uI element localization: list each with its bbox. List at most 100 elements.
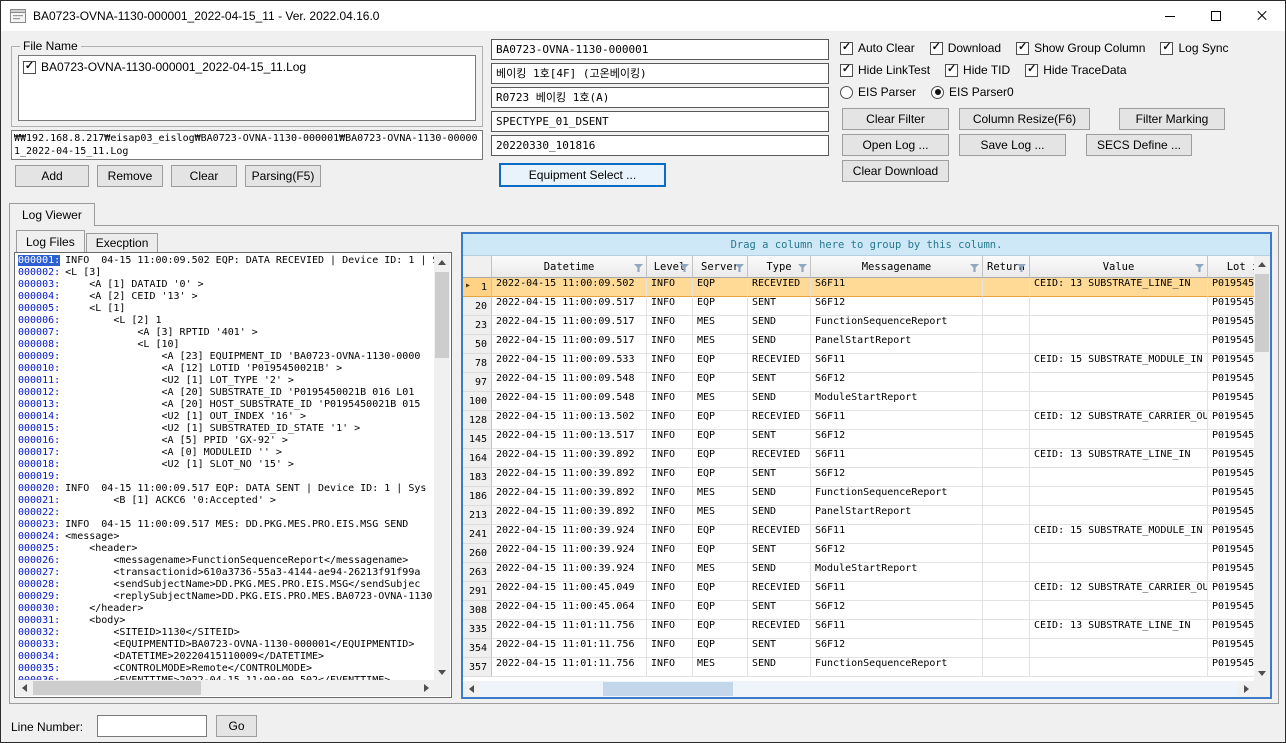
maximize-button[interactable] — [1193, 1, 1239, 31]
grid-body[interactable]: ▸12022-04-15 11:00:09.502INFOEQPRECEVIED… — [463, 278, 1254, 677]
scroll-up-button[interactable] — [1254, 256, 1270, 272]
filter-icon[interactable] — [970, 264, 979, 272]
log-line[interactable]: 000010: <A [12] LOTID 'P0195450021B' > — [18, 363, 434, 375]
remove-button[interactable]: Remove — [97, 165, 163, 187]
column-header-datetime[interactable]: Datetime — [492, 256, 647, 278]
table-row[interactable]: 2912022-04-15 11:00:45.049INFOEQPRECEVIE… — [463, 582, 1254, 601]
tab-log-files[interactable]: Log Files — [16, 230, 85, 252]
log-line[interactable]: 000012: <A [20] SUBSTRATE_ID 'P019545002… — [18, 387, 434, 399]
column-header-server[interactable]: Server — [693, 256, 748, 278]
clear-filter-button[interactable]: Clear Filter — [842, 108, 949, 130]
filter-icon[interactable] — [798, 264, 807, 272]
tab-log-viewer[interactable]: Log Viewer — [9, 203, 95, 226]
scroll-left-button[interactable] — [463, 681, 479, 697]
column-header-lot-i[interactable]: Lot i — [1208, 256, 1254, 278]
table-row[interactable]: 2412022-04-15 11:00:39.924INFOEQPRECEVIE… — [463, 525, 1254, 544]
log-line[interactable]: 000019: — [18, 471, 434, 483]
log-line[interactable]: 000016: <A [5] PPID 'GX-92' > — [18, 435, 434, 447]
log-line[interactable]: 000021: <B [1] ACKC6 '0:Accepted' > — [18, 495, 434, 507]
log-line[interactable]: 000024:<message> — [18, 531, 434, 543]
checkbox-show-group-column[interactable]: Show Group Column — [1016, 41, 1145, 55]
table-row[interactable]: 1832022-04-15 11:00:39.892INFOEQPSENTS6F… — [463, 468, 1254, 487]
log-line[interactable]: 000022: — [18, 507, 434, 519]
log-line[interactable]: 000009: <A [23] EQUIPMENT_ID 'BA0723-OVN… — [18, 351, 434, 363]
equipment-select-button[interactable]: Equipment Select ... — [499, 163, 666, 187]
filter-marking-button[interactable]: Filter Marking — [1119, 108, 1225, 130]
scroll-right-button[interactable] — [418, 680, 434, 696]
scroll-down-button[interactable] — [1254, 665, 1270, 681]
scroll-up-button[interactable] — [434, 254, 450, 270]
column-header-return[interactable]: Return — [983, 256, 1030, 278]
scroll-right-button[interactable] — [1238, 681, 1254, 697]
column-header-type[interactable]: Type — [748, 256, 811, 278]
equipment-name-field[interactable]: 베이킹 1호[4F] (고온베이킹) — [491, 63, 829, 84]
table-row[interactable]: 1002022-04-15 11:00:09.548INFOMESSENDMod… — [463, 392, 1254, 411]
file-list-item[interactable]: BA0723-OVNA-1130-000001_2022-04-15_11.Lo… — [23, 59, 471, 75]
checkbox-icon[interactable] — [23, 61, 36, 74]
table-row[interactable]: 2132022-04-15 11:00:39.892INFOMESSENDPan… — [463, 506, 1254, 525]
table-row[interactable]: 232022-04-15 11:00:09.517INFOMESSENDFunc… — [463, 316, 1254, 335]
filter-icon[interactable] — [634, 264, 643, 272]
log-line[interactable]: 000032: <SITEID>1130</SITEID> — [18, 627, 434, 639]
log-line[interactable]: 000030: </header> — [18, 603, 434, 615]
column-header-level[interactable]: Level — [647, 256, 693, 278]
log-line[interactable]: 000025: <header> — [18, 543, 434, 555]
line-number-input[interactable] — [97, 715, 207, 737]
column-header-value[interactable]: Value — [1030, 256, 1208, 278]
open-log-button[interactable]: Open Log ... — [842, 134, 949, 156]
group-by-bar[interactable]: Drag a column here to group by this colu… — [463, 234, 1270, 256]
table-row[interactable]: 1282022-04-15 11:00:13.502INFOEQPRECEVIE… — [463, 411, 1254, 430]
log-line[interactable]: 000003: <A [1] DATAID '0' > — [18, 279, 434, 291]
table-row[interactable]: 3082022-04-15 11:00:45.064INFOEQPSENTS6F… — [463, 601, 1254, 620]
log-line[interactable]: 000031: <body> — [18, 615, 434, 627]
table-row[interactable]: 3542022-04-15 11:01:11.756INFOEQPSENTS6F… — [463, 639, 1254, 658]
log-line[interactable]: 000004: <A [2] CEID '13' > — [18, 291, 434, 303]
titlebar[interactable]: BA0723-OVNA-1130-000001_2022-04-15_11 - … — [1, 1, 1285, 31]
log-line[interactable]: 000006: <L [2] 1 — [18, 315, 434, 327]
scrollbar-thumb[interactable] — [603, 682, 733, 696]
checkbox-auto-clear[interactable]: Auto Clear — [840, 41, 915, 55]
scroll-down-button[interactable] — [434, 664, 450, 680]
grid-horizontal-scrollbar[interactable] — [463, 681, 1254, 697]
close-button[interactable] — [1239, 1, 1285, 31]
add-button[interactable]: Add — [15, 165, 89, 187]
log-line[interactable]: 000020:INFO 04-15 11:00:09.517 EQP: DATA… — [18, 483, 434, 495]
table-row[interactable]: 1862022-04-15 11:00:39.892INFOMESSENDFun… — [463, 487, 1254, 506]
log-line[interactable]: 000011: <U2 [1] LOT_TYPE '2' > — [18, 375, 434, 387]
checkbox-hide-tracedata[interactable]: Hide TraceData — [1025, 63, 1126, 77]
log-line[interactable]: 000018: <U2 [1] SLOT_NO '15' > — [18, 459, 434, 471]
table-row[interactable]: ▸12022-04-15 11:00:09.502INFOEQPRECEVIED… — [463, 278, 1254, 297]
log-line[interactable]: 000005: <L [1] — [18, 303, 434, 315]
spec-date-field[interactable]: 20220330_101816 — [491, 135, 829, 156]
tab-exception[interactable]: Execption — [86, 233, 159, 252]
minimize-button[interactable] — [1147, 1, 1193, 31]
log-line[interactable]: 000035: <CONTROLMODE>Remote</CONTROLMODE… — [18, 663, 434, 675]
table-row[interactable]: 1452022-04-15 11:00:13.517INFOEQPSENTS6F… — [463, 430, 1254, 449]
log-line[interactable]: 000014: <U2 [1] OUT_INDEX '16' > — [18, 411, 434, 423]
log-line[interactable]: 000033: <EQUIPMENTID>BA0723-OVNA-1130-00… — [18, 639, 434, 651]
log-line[interactable]: 000023:INFO 04-15 11:00:09.517 MES: DD.P… — [18, 519, 434, 531]
filter-icon[interactable] — [1195, 264, 1204, 272]
log-line[interactable]: 000002:<L [3] — [18, 267, 434, 279]
grid-vertical-scrollbar[interactable] — [1254, 256, 1270, 681]
table-row[interactable]: 2602022-04-15 11:00:39.924INFOEQPSENTS6F… — [463, 544, 1254, 563]
table-row[interactable]: 972022-04-15 11:00:09.548INFOEQPSENTS6F1… — [463, 373, 1254, 392]
spec-type-field[interactable]: SPECTYPE_01_DSENT — [491, 111, 829, 132]
table-row[interactable]: 502022-04-15 11:00:09.517INFOMESSENDPane… — [463, 335, 1254, 354]
log-line[interactable]: 000007: <A [3] RPTID '401' > — [18, 327, 434, 339]
secs-define-button[interactable]: SECS Define ... — [1086, 134, 1192, 156]
parsing-button[interactable]: Parsing(F5) — [245, 165, 321, 187]
table-row[interactable]: 1642022-04-15 11:00:39.892INFOEQPRECEVIE… — [463, 449, 1254, 468]
column-header-messagename[interactable]: Messagename — [811, 256, 983, 278]
checkbox-log-sync[interactable]: Log Sync — [1160, 41, 1228, 55]
equipment-alias-field[interactable]: R0723 베이킹 1호(A) — [491, 87, 829, 108]
scrollbar-thumb[interactable] — [33, 681, 201, 695]
radio-eis-parser[interactable]: EIS Parser — [840, 85, 916, 99]
column-resize-button[interactable]: Column Resize(F6) — [959, 108, 1090, 130]
log-horizontal-scrollbar[interactable] — [16, 680, 434, 696]
log-line[interactable]: 000028: <sendSubjectName>DD.PKG.MES.PRO.… — [18, 579, 434, 591]
log-line[interactable]: 000034: <DATETIME>20220415110009</DATETI… — [18, 651, 434, 663]
scroll-left-button[interactable] — [16, 680, 32, 696]
file-list[interactable]: BA0723-OVNA-1130-000001_2022-04-15_11.Lo… — [18, 55, 476, 121]
log-line[interactable]: 000026: <messagename>FunctionSequenceRep… — [18, 555, 434, 567]
